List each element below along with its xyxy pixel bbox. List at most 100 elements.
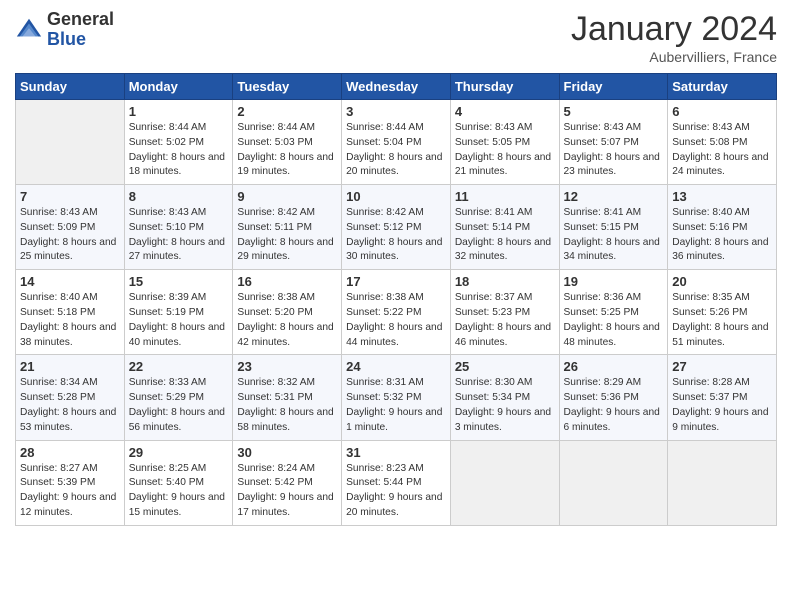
calendar-week-row: 14 Sunrise: 8:40 AMSunset: 5:18 PMDaylig… bbox=[16, 270, 777, 355]
col-thursday: Thursday bbox=[450, 74, 559, 100]
day-info: Sunrise: 8:42 AMSunset: 5:11 PMDaylight:… bbox=[237, 206, 337, 265]
day-info: Sunrise: 8:40 AMSunset: 5:16 PMDaylight:… bbox=[672, 206, 772, 265]
calendar-cell: 22 Sunrise: 8:33 AMSunset: 5:29 PMDaylig… bbox=[124, 355, 233, 440]
calendar-cell: 9 Sunrise: 8:42 AMSunset: 5:11 PMDayligh… bbox=[233, 185, 342, 270]
day-number: 3 bbox=[346, 104, 446, 119]
day-number: 21 bbox=[20, 359, 120, 374]
day-number: 20 bbox=[672, 274, 772, 289]
calendar-week-row: 21 Sunrise: 8:34 AMSunset: 5:28 PMDaylig… bbox=[16, 355, 777, 440]
calendar-cell: 5 Sunrise: 8:43 AMSunset: 5:07 PMDayligh… bbox=[559, 100, 668, 185]
calendar-cell: 12 Sunrise: 8:41 AMSunset: 5:15 PMDaylig… bbox=[559, 185, 668, 270]
day-info: Sunrise: 8:44 AMSunset: 5:04 PMDaylight:… bbox=[346, 121, 446, 180]
day-info: Sunrise: 8:34 AMSunset: 5:28 PMDaylight:… bbox=[20, 376, 120, 435]
day-info: Sunrise: 8:37 AMSunset: 5:23 PMDaylight:… bbox=[455, 291, 555, 350]
day-info: Sunrise: 8:33 AMSunset: 5:29 PMDaylight:… bbox=[129, 376, 229, 435]
day-number: 13 bbox=[672, 189, 772, 204]
calendar-cell: 29 Sunrise: 8:25 AMSunset: 5:40 PMDaylig… bbox=[124, 440, 233, 525]
logo-general-text: General bbox=[47, 10, 114, 30]
day-number: 5 bbox=[564, 104, 664, 119]
calendar-cell: 10 Sunrise: 8:42 AMSunset: 5:12 PMDaylig… bbox=[342, 185, 451, 270]
calendar-week-row: 28 Sunrise: 8:27 AMSunset: 5:39 PMDaylig… bbox=[16, 440, 777, 525]
day-number: 15 bbox=[129, 274, 229, 289]
calendar-cell bbox=[668, 440, 777, 525]
day-info: Sunrise: 8:43 AMSunset: 5:08 PMDaylight:… bbox=[672, 121, 772, 180]
calendar-cell: 21 Sunrise: 8:34 AMSunset: 5:28 PMDaylig… bbox=[16, 355, 125, 440]
day-info: Sunrise: 8:36 AMSunset: 5:25 PMDaylight:… bbox=[564, 291, 664, 350]
col-sunday: Sunday bbox=[16, 74, 125, 100]
col-wednesday: Wednesday bbox=[342, 74, 451, 100]
day-number: 14 bbox=[20, 274, 120, 289]
day-info: Sunrise: 8:43 AMSunset: 5:10 PMDaylight:… bbox=[129, 206, 229, 265]
logo: General Blue bbox=[15, 10, 114, 50]
day-number: 2 bbox=[237, 104, 337, 119]
day-number: 12 bbox=[564, 189, 664, 204]
day-number: 26 bbox=[564, 359, 664, 374]
day-info: Sunrise: 8:28 AMSunset: 5:37 PMDaylight:… bbox=[672, 376, 772, 435]
location-subtitle: Aubervilliers, France bbox=[571, 49, 777, 65]
calendar-cell bbox=[16, 100, 125, 185]
title-area: January 2024 Aubervilliers, France bbox=[571, 10, 777, 65]
calendar-cell: 15 Sunrise: 8:39 AMSunset: 5:19 PMDaylig… bbox=[124, 270, 233, 355]
col-saturday: Saturday bbox=[668, 74, 777, 100]
day-info: Sunrise: 8:23 AMSunset: 5:44 PMDaylight:… bbox=[346, 462, 446, 521]
calendar-cell: 4 Sunrise: 8:43 AMSunset: 5:05 PMDayligh… bbox=[450, 100, 559, 185]
day-info: Sunrise: 8:41 AMSunset: 5:15 PMDaylight:… bbox=[564, 206, 664, 265]
day-number: 19 bbox=[564, 274, 664, 289]
day-number: 31 bbox=[346, 445, 446, 460]
day-info: Sunrise: 8:29 AMSunset: 5:36 PMDaylight:… bbox=[564, 376, 664, 435]
day-info: Sunrise: 8:35 AMSunset: 5:26 PMDaylight:… bbox=[672, 291, 772, 350]
day-info: Sunrise: 8:38 AMSunset: 5:22 PMDaylight:… bbox=[346, 291, 446, 350]
calendar-cell: 31 Sunrise: 8:23 AMSunset: 5:44 PMDaylig… bbox=[342, 440, 451, 525]
calendar-cell: 26 Sunrise: 8:29 AMSunset: 5:36 PMDaylig… bbox=[559, 355, 668, 440]
day-number: 30 bbox=[237, 445, 337, 460]
calendar-table: Sunday Monday Tuesday Wednesday Thursday… bbox=[15, 73, 777, 526]
calendar-cell: 23 Sunrise: 8:32 AMSunset: 5:31 PMDaylig… bbox=[233, 355, 342, 440]
day-info: Sunrise: 8:44 AMSunset: 5:02 PMDaylight:… bbox=[129, 121, 229, 180]
day-number: 17 bbox=[346, 274, 446, 289]
day-number: 9 bbox=[237, 189, 337, 204]
calendar-cell: 30 Sunrise: 8:24 AMSunset: 5:42 PMDaylig… bbox=[233, 440, 342, 525]
day-number: 11 bbox=[455, 189, 555, 204]
calendar-cell: 19 Sunrise: 8:36 AMSunset: 5:25 PMDaylig… bbox=[559, 270, 668, 355]
calendar-cell: 17 Sunrise: 8:38 AMSunset: 5:22 PMDaylig… bbox=[342, 270, 451, 355]
day-info: Sunrise: 8:43 AMSunset: 5:07 PMDaylight:… bbox=[564, 121, 664, 180]
calendar-cell: 1 Sunrise: 8:44 AMSunset: 5:02 PMDayligh… bbox=[124, 100, 233, 185]
calendar-cell: 6 Sunrise: 8:43 AMSunset: 5:08 PMDayligh… bbox=[668, 100, 777, 185]
day-info: Sunrise: 8:41 AMSunset: 5:14 PMDaylight:… bbox=[455, 206, 555, 265]
day-info: Sunrise: 8:27 AMSunset: 5:39 PMDaylight:… bbox=[20, 462, 120, 521]
calendar-cell bbox=[559, 440, 668, 525]
day-info: Sunrise: 8:38 AMSunset: 5:20 PMDaylight:… bbox=[237, 291, 337, 350]
day-info: Sunrise: 8:44 AMSunset: 5:03 PMDaylight:… bbox=[237, 121, 337, 180]
day-number: 23 bbox=[237, 359, 337, 374]
day-info: Sunrise: 8:39 AMSunset: 5:19 PMDaylight:… bbox=[129, 291, 229, 350]
day-number: 10 bbox=[346, 189, 446, 204]
day-number: 8 bbox=[129, 189, 229, 204]
col-tuesday: Tuesday bbox=[233, 74, 342, 100]
day-number: 1 bbox=[129, 104, 229, 119]
day-info: Sunrise: 8:31 AMSunset: 5:32 PMDaylight:… bbox=[346, 376, 446, 435]
day-info: Sunrise: 8:42 AMSunset: 5:12 PMDaylight:… bbox=[346, 206, 446, 265]
day-number: 4 bbox=[455, 104, 555, 119]
calendar-cell: 18 Sunrise: 8:37 AMSunset: 5:23 PMDaylig… bbox=[450, 270, 559, 355]
day-number: 29 bbox=[129, 445, 229, 460]
day-number: 7 bbox=[20, 189, 120, 204]
day-number: 6 bbox=[672, 104, 772, 119]
calendar-cell: 8 Sunrise: 8:43 AMSunset: 5:10 PMDayligh… bbox=[124, 185, 233, 270]
header: General Blue January 2024 Aubervilliers,… bbox=[15, 10, 777, 65]
calendar-cell: 3 Sunrise: 8:44 AMSunset: 5:04 PMDayligh… bbox=[342, 100, 451, 185]
logo-icon bbox=[15, 16, 43, 44]
calendar-cell: 20 Sunrise: 8:35 AMSunset: 5:26 PMDaylig… bbox=[668, 270, 777, 355]
calendar-cell: 27 Sunrise: 8:28 AMSunset: 5:37 PMDaylig… bbox=[668, 355, 777, 440]
calendar-cell: 16 Sunrise: 8:38 AMSunset: 5:20 PMDaylig… bbox=[233, 270, 342, 355]
logo-blue-text: Blue bbox=[47, 30, 114, 50]
day-number: 16 bbox=[237, 274, 337, 289]
day-number: 27 bbox=[672, 359, 772, 374]
header-row: Sunday Monday Tuesday Wednesday Thursday… bbox=[16, 74, 777, 100]
day-info: Sunrise: 8:43 AMSunset: 5:05 PMDaylight:… bbox=[455, 121, 555, 180]
day-number: 25 bbox=[455, 359, 555, 374]
day-info: Sunrise: 8:25 AMSunset: 5:40 PMDaylight:… bbox=[129, 462, 229, 521]
logo-text: General Blue bbox=[47, 10, 114, 50]
calendar-cell: 13 Sunrise: 8:40 AMSunset: 5:16 PMDaylig… bbox=[668, 185, 777, 270]
calendar-cell bbox=[450, 440, 559, 525]
day-info: Sunrise: 8:30 AMSunset: 5:34 PMDaylight:… bbox=[455, 376, 555, 435]
